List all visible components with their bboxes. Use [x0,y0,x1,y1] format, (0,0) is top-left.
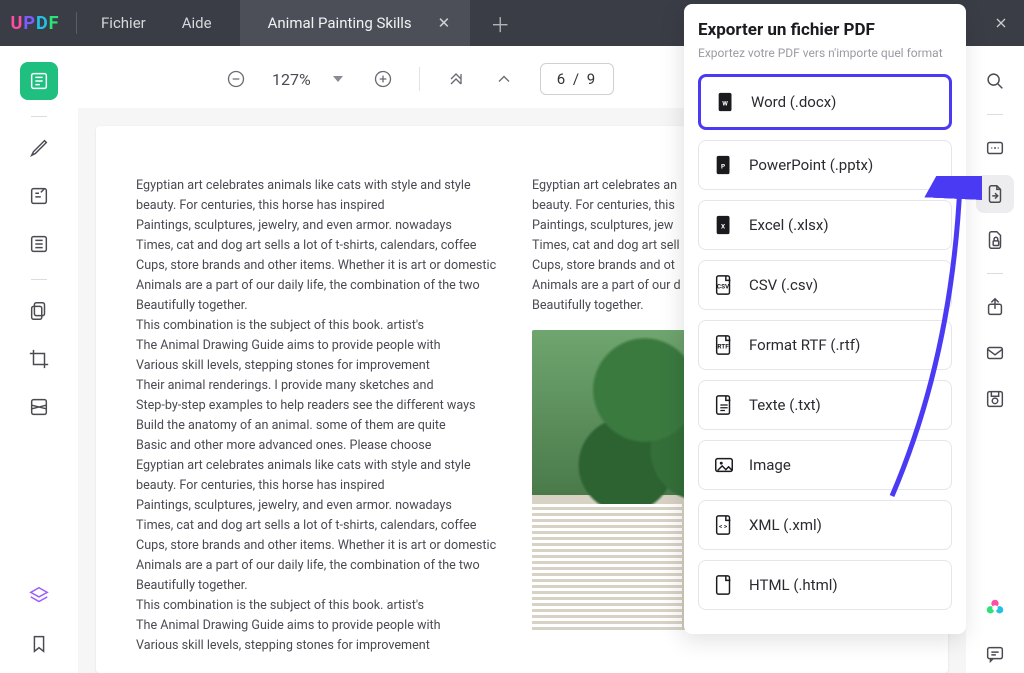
menu-help[interactable]: Aide [164,14,230,32]
export-format-label: Texte (.txt) [749,396,821,414]
export-format-label: Image [749,456,791,474]
zoom-in-button[interactable] [365,61,401,97]
first-page-button[interactable] [438,61,474,97]
word-file-icon: W [715,91,737,113]
export-format-label: Format RTF (.rtf) [749,336,860,354]
svg-text:CSV: CSV [717,283,730,291]
export-subtitle: Exportez votre PDF vers n'importe quel f… [698,46,952,60]
txt-file-icon [713,394,735,416]
export-format-csv[interactable]: CSV CSV (.csv) [698,260,952,310]
app-logo: UPDF [0,13,70,34]
comments-button[interactable] [976,635,1014,673]
organize-pages-button[interactable] [20,225,58,263]
rtf-file-icon: RTF [713,334,735,356]
page-indicator[interactable]: 6 / 9 [540,63,615,95]
edit-text-button[interactable] [20,177,58,215]
export-format-label: XML (.xml) [749,516,822,534]
export-format-xml[interactable]: < > XML (.xml) [698,500,952,550]
close-icon[interactable]: ✕ [438,14,451,32]
tab-document[interactable]: Animal Painting Skills ✕ [240,0,471,46]
export-format-label: HTML (.html) [749,576,838,594]
export-format-ppt[interactable]: P PowerPoint (.pptx) [698,140,952,190]
tab-title: Animal Painting Skills [268,14,412,32]
divider [419,67,420,91]
protect-button[interactable] [976,221,1014,259]
email-button[interactable] [976,334,1014,372]
export-button[interactable] [976,175,1014,213]
save-button[interactable] [976,380,1014,418]
menu-file[interactable]: Fichier [83,14,164,32]
ppt-file-icon: P [713,154,735,176]
csv-file-icon: CSV [713,274,735,296]
ocr-button[interactable] [976,129,1014,167]
zoom-dropdown[interactable] [333,76,343,82]
right-rail [966,46,1024,673]
html-file-icon [713,574,735,596]
divider [76,12,77,34]
close-button[interactable] [978,0,1024,46]
svg-text:P: P [721,163,725,171]
export-format-label: PowerPoint (.pptx) [749,156,873,174]
export-format-html[interactable]: HTML (.html) [698,560,952,610]
export-format-rtf[interactable]: RTF Format RTF (.rtf) [698,320,952,370]
page-column-left: Egyptian art celebrates animals like cat… [136,176,512,623]
annotate-button[interactable] [20,129,58,167]
layers-button[interactable] [20,577,58,615]
prev-page-button[interactable] [486,61,522,97]
zoom-level: 127% [266,70,317,89]
redact-button[interactable] [20,388,58,426]
export-format-label: CSV (.csv) [749,276,818,294]
export-format-img[interactable]: Image [698,440,952,490]
share-button[interactable] [976,288,1014,326]
new-tab-button[interactable]: ＋ [482,9,518,38]
crop-button[interactable] [20,340,58,378]
svg-text:X: X [721,223,725,231]
export-title: Exporter un fichier PDF [698,20,952,40]
divider [987,114,1003,115]
zoom-out-button[interactable] [218,61,254,97]
img-file-icon [713,454,735,476]
divider [31,116,47,117]
svg-text:RTF: RTF [717,343,729,351]
export-format-label: Word (.docx) [751,93,836,111]
export-format-label: Excel (.xlsx) [749,216,829,234]
export-format-word[interactable]: W Word (.docx) [698,74,952,130]
divider [987,273,1003,274]
export-panel: Exporter un fichier PDF Exportez votre P… [684,4,966,634]
bookmark-button[interactable] [20,625,58,663]
divider [31,279,47,280]
xml-file-icon: < > [713,514,735,536]
left-rail [0,46,78,673]
export-format-xls[interactable]: X Excel (.xlsx) [698,200,952,250]
search-button[interactable] [976,62,1014,100]
ai-assistant-button[interactable] [976,589,1014,627]
copy-pages-button[interactable] [20,292,58,330]
export-format-txt[interactable]: Texte (.txt) [698,380,952,430]
reader-mode-button[interactable] [20,62,58,100]
xls-file-icon: X [713,214,735,236]
svg-text:< >: < > [719,523,728,531]
svg-text:W: W [722,100,728,108]
